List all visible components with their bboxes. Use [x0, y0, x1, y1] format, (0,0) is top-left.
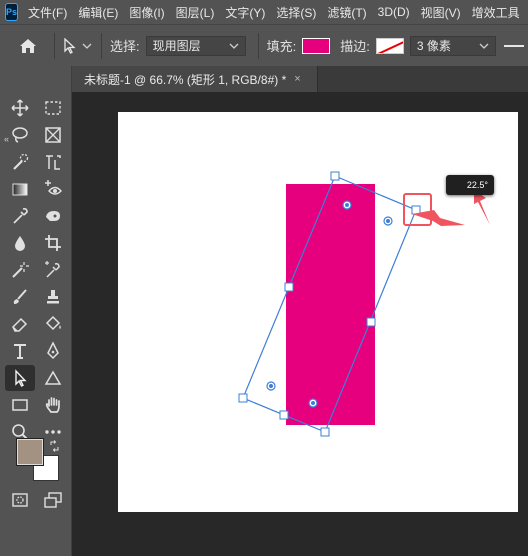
crop-icon: [45, 235, 61, 251]
menu-filter[interactable]: 滤镜(T): [327, 4, 366, 21]
move-icon: [11, 99, 29, 117]
foreground-color-swatch[interactable]: [16, 438, 44, 466]
lasso-tool[interactable]: [5, 122, 35, 148]
eraser-tool[interactable]: [5, 311, 35, 337]
arrow-cursor-icon: [64, 37, 76, 54]
pen-tool[interactable]: [38, 338, 68, 364]
magic-wand-tool[interactable]: [5, 257, 35, 283]
type-tool[interactable]: [5, 338, 35, 364]
document-tab-bar: 未标题-1 @ 66.7% (矩形 1, RGB/8#) * ×: [72, 66, 528, 92]
menu-select[interactable]: 选择(S): [276, 4, 316, 21]
select-dropdown[interactable]: 现用图层: [145, 35, 246, 56]
marquee-tool[interactable]: [38, 95, 68, 121]
gradient-tool[interactable]: [5, 176, 35, 202]
stroke-width-value: 3 像素: [416, 39, 451, 53]
stamp-tool[interactable]: [38, 284, 68, 310]
eyedropper-tool[interactable]: [5, 203, 35, 229]
rectangle-tool[interactable]: [5, 392, 35, 418]
rectangle-marquee-icon: [45, 101, 61, 115]
path-selection-tool-preset[interactable]: [63, 37, 93, 54]
menu-view[interactable]: 视图(V): [421, 4, 461, 21]
swap-colors-icon[interactable]: [49, 439, 61, 452]
frame-tool[interactable]: [38, 122, 68, 148]
stroke-type-dropdown[interactable]: [503, 36, 524, 56]
select-value: 现用图层: [152, 39, 201, 53]
lasso-icon: [12, 127, 28, 143]
rotation-angle-tooltip: 22.5°: [446, 175, 494, 195]
document-title: 未标题-1 @ 66.7% (矩形 1, RGB/8#) *: [84, 72, 287, 87]
magic-wand-icon: [12, 262, 29, 278]
menu-plugins[interactable]: 增效工具: [472, 4, 520, 21]
menu-layer[interactable]: 图层(L): [176, 4, 215, 21]
photoshop-logo: Ps: [5, 3, 19, 21]
menu-image[interactable]: 图像(I): [129, 4, 164, 21]
canvas[interactable]: [118, 112, 518, 512]
select-label: 选择:: [110, 39, 140, 54]
rectangle-icon: [12, 399, 28, 411]
gradient-icon: [12, 183, 28, 196]
triangle-icon: [44, 370, 62, 385]
crop-tool[interactable]: [38, 230, 68, 256]
perspective-crop-icon: [46, 155, 61, 170]
stroke-label: 描边:: [340, 39, 370, 54]
hand-icon: [45, 397, 60, 413]
paint-bucket-icon: [45, 315, 61, 331]
options-bar: 选择: 现用图层 填充: 描边: 3 像素: [0, 24, 528, 66]
menu-bar: Ps 文件(F) 编辑(E) 图像(I) 图层(L) 文字(Y) 选择(S) 滤…: [0, 0, 528, 24]
hand-tool[interactable]: [38, 392, 68, 418]
document-tab[interactable]: 未标题-1 @ 66.7% (矩形 1, RGB/8#) * ×: [72, 66, 318, 92]
close-tab-button[interactable]: ×: [294, 73, 300, 85]
stroke-color-swatch[interactable]: [375, 37, 404, 54]
separator: [101, 32, 102, 59]
red-eye-icon: [45, 180, 62, 195]
blur-tool[interactable]: [5, 230, 35, 256]
type-icon: [14, 344, 26, 359]
fill-color-swatch[interactable]: [302, 37, 331, 54]
quick-selection-tool[interactable]: [5, 149, 35, 175]
stroke-width-dropdown[interactable]: 3 像素: [409, 35, 496, 56]
menu-3d[interactable]: 3D(D): [378, 5, 410, 19]
quick-mask-button[interactable]: [5, 487, 35, 513]
menu-edit[interactable]: 编辑(E): [78, 4, 118, 21]
brush-icon: [13, 289, 27, 304]
arrow-cursor-icon: [15, 369, 27, 387]
menu-file[interactable]: 文件(F): [28, 4, 67, 21]
color-sampler-tool[interactable]: [38, 257, 68, 283]
brush-tool[interactable]: [5, 284, 35, 310]
eraser-icon: [12, 317, 28, 332]
shape-tool[interactable]: [38, 365, 68, 391]
chevron-down-icon: [229, 43, 239, 49]
color-sampler-icon: [45, 261, 60, 278]
separator: [257, 32, 259, 59]
water-drop-icon: [15, 236, 25, 251]
crop-tool-alt[interactable]: [38, 149, 68, 175]
frame-icon: [45, 127, 61, 143]
stamp-icon: [47, 290, 59, 304]
quick-mask-icon: [12, 493, 28, 507]
screen-mode-button[interactable]: [38, 487, 68, 513]
eyedropper-icon: [13, 208, 28, 224]
menu-type[interactable]: 文字(Y): [225, 4, 265, 21]
move-tool[interactable]: [5, 95, 35, 121]
patch-icon: [46, 211, 60, 221]
chevron-down-icon: [479, 43, 489, 49]
fill-label: 填充:: [266, 39, 297, 54]
screen-mode-icon: [44, 492, 62, 508]
tools-panel: «: [0, 66, 72, 556]
pen-icon: [47, 341, 59, 360]
eraser-alt-tool[interactable]: [38, 203, 68, 229]
paint-bucket-tool[interactable]: [38, 311, 68, 337]
chevron-down-icon: [82, 43, 92, 49]
quick-selection-icon: [13, 153, 29, 170]
stroke-line-icon: [503, 44, 524, 47]
home-icon: [20, 38, 36, 53]
red-eye-tool[interactable]: [38, 176, 68, 202]
home-button[interactable]: [10, 31, 46, 61]
separator: [54, 32, 55, 59]
path-selection-tool[interactable]: [5, 365, 35, 391]
